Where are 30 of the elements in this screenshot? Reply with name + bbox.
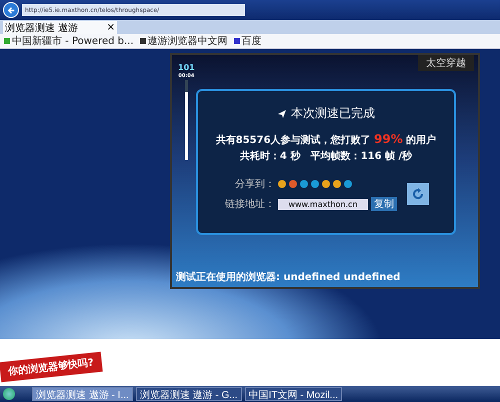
back-arrow-icon (6, 6, 16, 14)
game-title: 太空穿越 (418, 55, 474, 71)
share-icon[interactable] (278, 180, 286, 188)
result-title: 本次测速已完成 (277, 105, 375, 122)
share-icon[interactable] (344, 180, 352, 188)
share-icon[interactable] (333, 180, 341, 188)
browser-tab[interactable]: 浏览器测速 遨游 × (3, 21, 117, 34)
reload-button[interactable] (407, 183, 429, 205)
share-icon[interactable] (311, 180, 319, 188)
refresh-icon (411, 187, 425, 201)
score: 101 (178, 63, 195, 72)
copy-button[interactable]: 复制 (371, 197, 397, 211)
slogan-banner: 你的浏览器够快吗? (0, 351, 103, 382)
summary-text: 共有85576人参与测试，您打败了 99% 的用户 (216, 132, 436, 147)
favorite-link[interactable]: 百度 (234, 34, 262, 48)
favorite-link[interactable]: 中国新疆市 - Powered b... (4, 34, 134, 48)
share-icon[interactable] (300, 180, 308, 188)
share-icon[interactable] (322, 180, 330, 188)
start-button[interactable] (3, 388, 15, 400)
taskbar-button[interactable]: 中国IT文网 - Mozil... (244, 387, 342, 401)
link-label: 链接地址： (224, 198, 275, 211)
taskbar-button[interactable]: 浏览器测速 遨游 - G... (136, 387, 242, 401)
share-icon[interactable] (289, 180, 297, 188)
plane-icon (277, 108, 287, 118)
link-field[interactable]: www.maxthon.cn (278, 198, 368, 210)
favorite-link[interactable]: 遨游浏览器中文网 (140, 34, 228, 48)
browser-info: 测试正在使用的浏览器: undefined undefined (175, 270, 402, 284)
stats-text: 共耗时：4 秒 平均帧数：116 帧 /秒 (240, 150, 412, 163)
back-button[interactable] (3, 2, 19, 18)
share-label: 分享到： (234, 178, 275, 191)
